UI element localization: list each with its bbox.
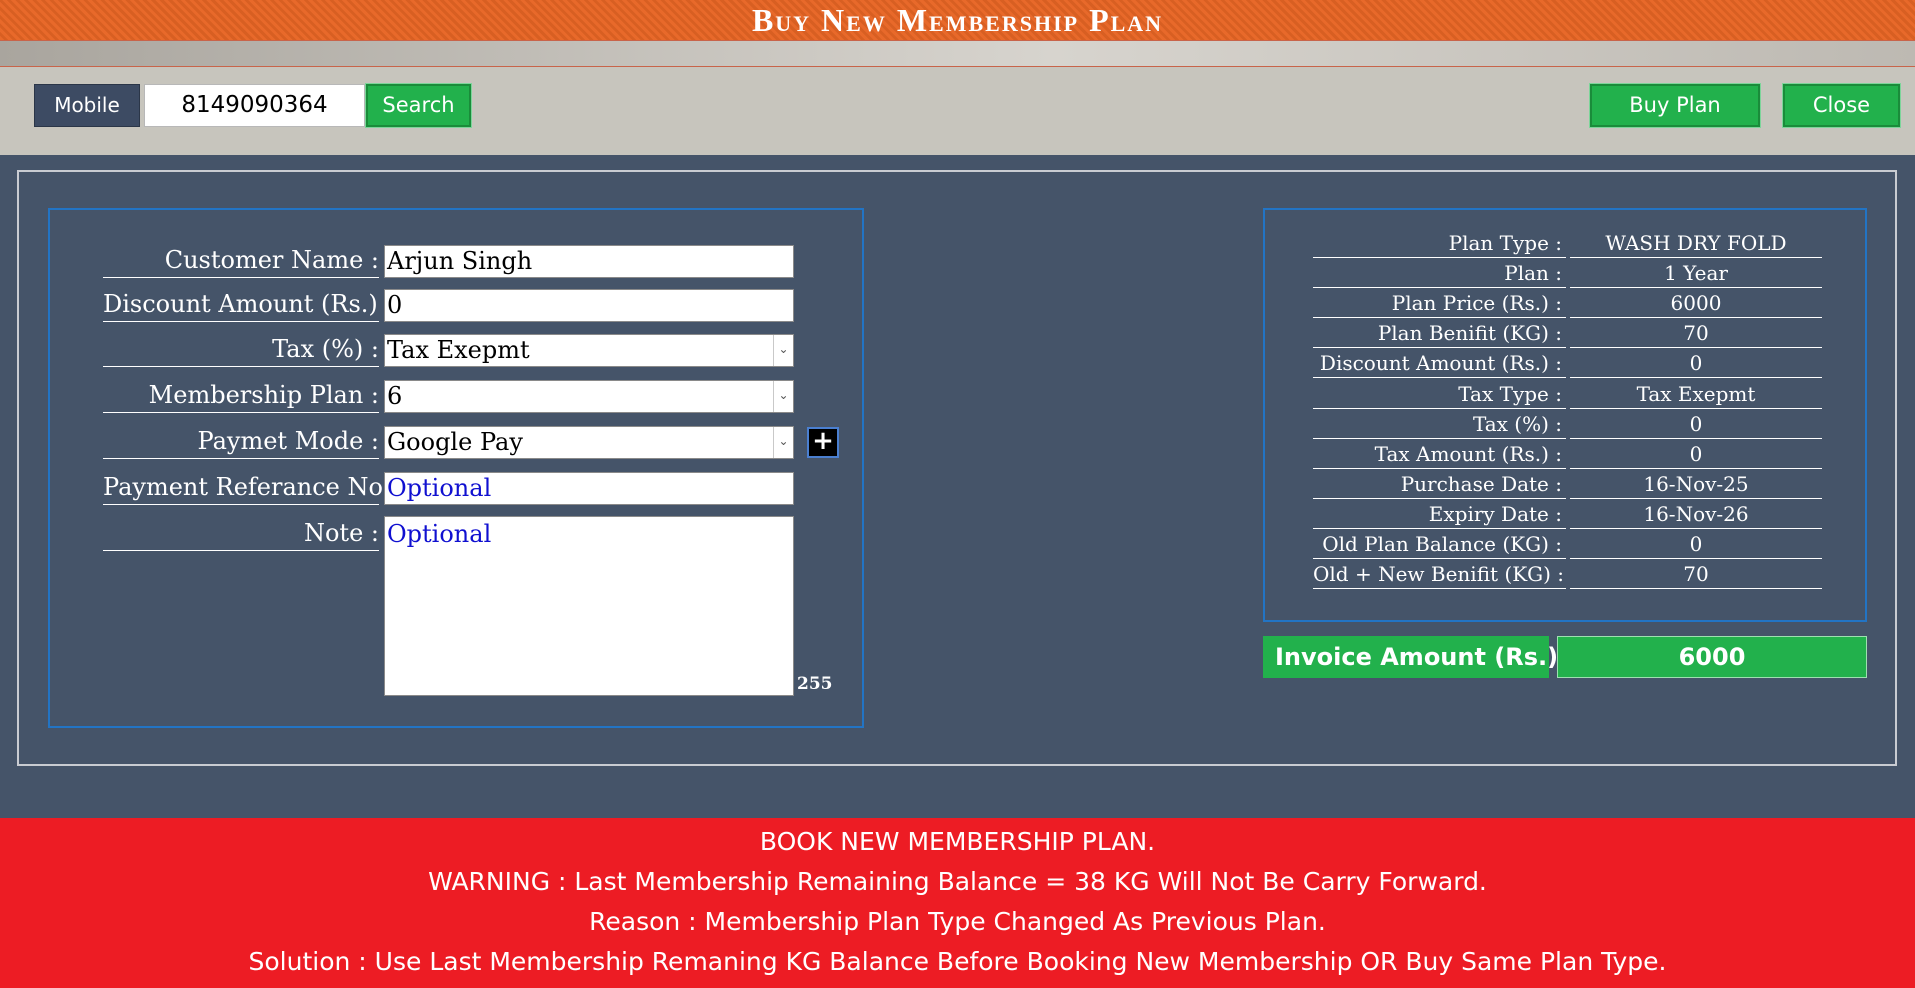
warning-message-bar: BOOK NEW MEMBERSHIP PLAN. WARNING : Last… <box>0 818 1915 988</box>
payment-mode-select[interactable]: Google Pay ⌄ <box>384 426 794 459</box>
note-char-count: 255 <box>797 674 833 694</box>
note-label: Note : <box>103 518 379 551</box>
summary-row-value: WASH DRY FOLD <box>1570 230 1822 258</box>
customer-name-field[interactable]: Arjun Singh <box>384 245 794 278</box>
summary-row-label: Tax (%) : <box>1313 411 1566 439</box>
summary-row-label: Discount Amount (Rs.) : <box>1313 350 1566 378</box>
mobile-input[interactable]: 8149090364 <box>144 84 365 127</box>
summary-row-value: 70 <box>1570 320 1822 348</box>
summary-row-label: Purchase Date : <box>1313 471 1566 499</box>
buy-plan-button[interactable]: Buy Plan <box>1589 83 1761 128</box>
summary-row-value: 1 Year <box>1570 260 1822 288</box>
chevron-down-icon[interactable]: ⌄ <box>773 427 793 458</box>
summary-row-label: Plan : <box>1313 260 1566 288</box>
window-title: Buy New Membership Plan <box>0 0 1915 40</box>
chevron-down-icon[interactable]: ⌄ <box>773 381 793 412</box>
payment-mode-label: Paymet Mode : <box>103 426 379 459</box>
summary-row-label: Plan Price (Rs.) : <box>1313 290 1566 318</box>
summary-row-value: 16-Nov-26 <box>1570 501 1822 529</box>
title-divider-strip <box>0 40 1915 67</box>
summary-row-value: 16-Nov-25 <box>1570 471 1822 499</box>
search-button[interactable]: Search <box>365 83 472 128</box>
membership-plan-select[interactable]: 6 ⌄ <box>384 380 794 413</box>
summary-row-value: 70 <box>1570 561 1822 589</box>
discount-amount-label: Discount Amount (Rs.) : <box>103 289 394 322</box>
summary-row-label: Tax Amount (Rs.) : <box>1313 441 1566 469</box>
summary-row-value: 0 <box>1570 531 1822 559</box>
summary-row-label: Expiry Date : <box>1313 501 1566 529</box>
summary-row-label: Old + New Benifit (KG) : <box>1313 561 1566 589</box>
warning-line-2: WARNING : Last Membership Remaining Bala… <box>428 867 1487 896</box>
close-button[interactable]: Close <box>1782 83 1901 128</box>
summary-row-label: Old Plan Balance (KG) : <box>1313 531 1566 559</box>
summary-row-label: Plan Type : <box>1313 230 1566 258</box>
mobile-label: Mobile <box>34 84 140 127</box>
discount-amount-field[interactable]: 0 <box>384 289 794 322</box>
summary-row-value: Tax Exepmt <box>1570 381 1822 409</box>
tax-label: Tax (%) : <box>103 334 379 367</box>
payment-mode-value: Google Pay <box>387 428 523 456</box>
summary-row-label: Tax Type : <box>1313 381 1566 409</box>
customer-name-label: Customer Name : <box>103 245 379 278</box>
summary-row-value: 0 <box>1570 441 1822 469</box>
warning-line-1: BOOK NEW MEMBERSHIP PLAN. <box>759 827 1156 856</box>
summary-row-label: Plan Benifit (KG) : <box>1313 320 1566 348</box>
tax-select-value: Tax Exepmt <box>387 336 530 364</box>
warning-line-4: Solution : Use Last Membership Remaning … <box>248 947 1667 976</box>
membership-plan-value: 6 <box>387 382 403 410</box>
summary-row-value: 6000 <box>1570 290 1822 318</box>
payment-reference-field[interactable]: Optional <box>384 472 794 505</box>
payment-reference-label: Payment Referance No : <box>103 472 399 505</box>
invoice-amount-value: 6000 <box>1557 636 1867 678</box>
summary-row-value: 0 <box>1570 411 1822 439</box>
plus-icon[interactable]: + <box>807 427 839 458</box>
chevron-down-icon[interactable]: ⌄ <box>773 335 793 366</box>
membership-plan-label: Membership Plan : <box>103 380 379 413</box>
warning-line-3: Reason : Membership Plan Type Changed As… <box>589 907 1326 936</box>
invoice-amount-label: Invoice Amount (Rs.) : <box>1263 636 1576 678</box>
tax-select[interactable]: Tax Exepmt ⌄ <box>384 334 794 367</box>
summary-row-value: 0 <box>1570 350 1822 378</box>
note-textarea[interactable]: Optional <box>384 516 794 696</box>
